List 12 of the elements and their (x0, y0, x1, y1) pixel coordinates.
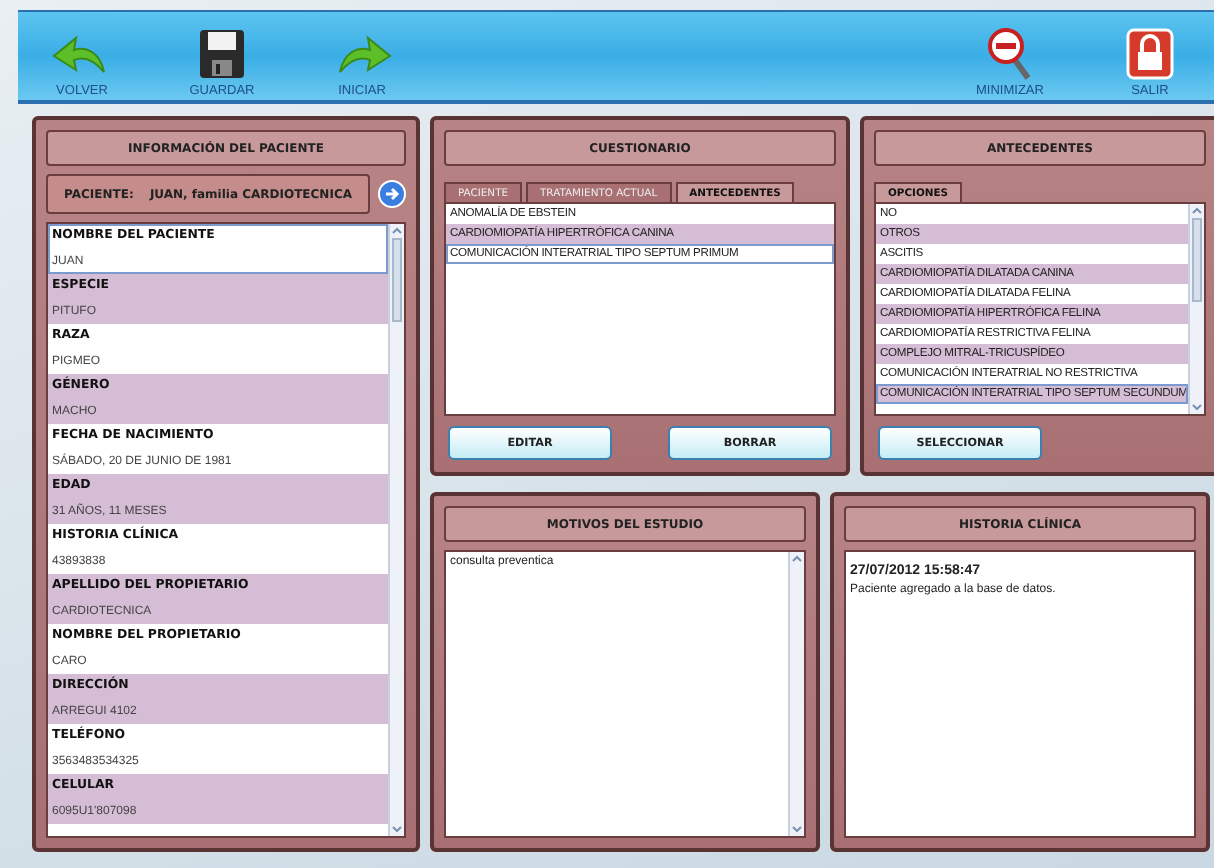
padlock-icon (1126, 28, 1174, 80)
scroll-up-icon[interactable] (790, 552, 804, 566)
scroll-up-icon[interactable] (390, 224, 404, 238)
arrow-right-icon (384, 186, 400, 202)
scroll-up-icon[interactable] (1189, 204, 1204, 218)
scroll-down-icon[interactable] (390, 822, 404, 836)
scrollbar[interactable] (388, 224, 404, 836)
scroll-down-icon[interactable] (1189, 400, 1204, 414)
go-button[interactable] (378, 180, 406, 208)
scroll-down-icon[interactable] (790, 822, 804, 836)
scrollbar[interactable] (788, 552, 804, 836)
magnifier-minus-icon (988, 28, 1032, 80)
